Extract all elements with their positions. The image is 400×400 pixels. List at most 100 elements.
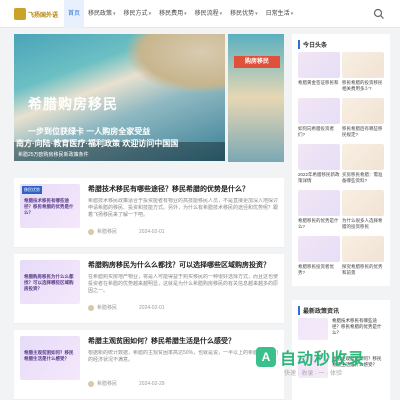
list-item[interactable]: 移民优势 希腊技术移民有哪些途径？移民希腊的优势是什么？ 希腊技术移民有哪些途径… xyxy=(14,178,284,248)
menu-item-label: 移民流程 xyxy=(194,11,219,17)
menu-item-costs[interactable]: 移民费用 ▾ xyxy=(155,0,191,28)
article-date: 2024-02-01 xyxy=(139,304,165,311)
hero-caption: 希腊25万欧购房移民新政策条件 xyxy=(18,152,89,158)
sidebar-thumbnail xyxy=(342,236,384,262)
search-icon[interactable] xyxy=(373,8,385,20)
article-excerpt: 在希腊购买房地产物业，将是人可能得益于购买移民的一种很好选择方式，而且这也使投资… xyxy=(88,274,278,294)
sidebar-item[interactable]: 买房移民希腊：需准备哪些资料? xyxy=(342,144,384,184)
sidebar-title: 今日头条 xyxy=(298,40,327,49)
sidebar-item[interactable]: 为什么很多人选择希腊的投资移民 xyxy=(342,190,384,230)
sidebar-item-label: 移民希腊的投资移民相关费用多少? xyxy=(342,80,383,91)
article-meta: 希腊移民 2024-02-01 xyxy=(88,228,165,235)
article-excerpt: 根据新的统计数据，希腊的主观贫困率高达50%，也就是说，一半以上的希腊人对他们的… xyxy=(88,350,278,363)
chevron-down-icon: ▾ xyxy=(255,11,258,17)
hero-title: 希腊购房移民 xyxy=(28,96,118,112)
chevron-down-icon: ▾ xyxy=(290,11,294,17)
avatar xyxy=(88,304,94,311)
menu-item-daily-life[interactable]: 日常生活 ▾ xyxy=(262,0,298,28)
sidebar-thumbnail xyxy=(342,144,384,170)
article-author[interactable]: 希腊移民 xyxy=(97,228,117,235)
logo-mark-icon xyxy=(14,8,26,20)
sidebar-item-label: 如何向希腊投资者们? xyxy=(298,126,334,137)
sidebar-thumbnail xyxy=(298,236,340,262)
menu-item-label: 日常生活 xyxy=(265,11,290,17)
article-meta: 希腊移民 2024-02-01 xyxy=(88,304,165,311)
sidebar-thumbnail xyxy=(298,190,340,216)
chevron-down-icon: ▾ xyxy=(219,11,223,17)
sidebar-title: 最新政策资讯 xyxy=(298,306,339,315)
article-excerpt: 希腊技术移民政策适合于投资能者有物业的高技能移民人员，不是直接更加深入地探讨申请… xyxy=(88,198,278,218)
article-date: 2024-02-01 xyxy=(139,228,165,235)
sidebar-thumbnail xyxy=(298,52,340,78)
watermark-logo-icon: A xyxy=(256,347,276,367)
article-thumbnail[interactable]: 移民优势 希腊技术移民有哪些途径？移民希腊的优势是什么？ xyxy=(20,184,80,228)
avatar xyxy=(88,228,94,235)
sidebar-item[interactable]: 希腊移民的优势是什么? xyxy=(298,190,340,230)
hero-subtitle-secondary: 南方·向陆·教育医疗·福利政策 欢迎访问中国国 xyxy=(16,139,179,148)
sidebar-hot-topics: 今日头条 希腊黄金签证移民和 移民希腊的投资移民相关费用多少? 如何向希腊投资者… xyxy=(292,34,390,286)
hero-side-banner[interactable]: 购房移民 xyxy=(228,34,284,162)
watermark-text: 自动秒收录 xyxy=(280,351,366,368)
article-title[interactable]: 希腊技术移民有哪些途径？移民希腊的优势是什么？ xyxy=(88,184,278,194)
menu-item-label: 移民政策 xyxy=(88,11,113,17)
article-title[interactable]: 希腊购房移民为什么么都找？可以选择哪些区域购房投资？ xyxy=(88,260,278,270)
sidebar-item-label: 希腊移民投资者优势? xyxy=(298,264,334,275)
article-date: 2024-02-29 xyxy=(139,380,165,387)
menu-item-label: 首页 xyxy=(68,11,81,17)
sidebar-thumbnail xyxy=(342,98,384,124)
article-title[interactable]: 希腊主观贫困如何？移民希腊生活是什么感受？ xyxy=(88,336,278,346)
sidebar-item[interactable]: 探究希腊移民的优势和前景 xyxy=(342,236,384,276)
article-meta: 希腊移民 2024-02-29 xyxy=(88,380,165,387)
sidebar-thumbnail xyxy=(298,144,340,170)
menu-item-label: 移民方式 xyxy=(123,11,148,17)
top-navigation: 飞扬国外语 首页 移民政策 ▾ 移民方式 ▾ 移民费用 ▾ 移民流程 ▾ 移民优… xyxy=(0,0,400,28)
menu-item-label: 移民优势 xyxy=(230,11,255,17)
sidebar-item-label: 为什么很多人选择希腊的投资移民 xyxy=(342,218,383,229)
sidebar-item[interactable]: 移民希腊后有哪些移民规定? xyxy=(342,98,384,138)
sidebar-item[interactable]: 希腊移民投资者优势? xyxy=(298,236,340,276)
hero-subtitle: 一步到位获绿卡 一人购房全家受益 xyxy=(28,127,151,136)
sidebar-item-label: 2022年希腊移民新政策详情 xyxy=(298,172,340,183)
news-title: 希腊技术移民有哪些途径？移民希腊的优势是什么？ xyxy=(332,318,382,335)
sidebar-thumbnail xyxy=(342,190,384,216)
thumbnail-text: 希腊主观贫困如何？移民希腊生活是什么感受？ xyxy=(24,350,74,361)
sidebar-item-label: 希腊黄金签证移民和 xyxy=(298,80,339,85)
menu-item-policy[interactable]: 移民政策 ▾ xyxy=(84,0,120,28)
sidebar-item[interactable]: 2022年希腊移民新政策详情 xyxy=(298,144,340,184)
watermark-subtext: 快速 · 收录 · 一 · 体验 xyxy=(284,371,342,377)
news-thumbnail xyxy=(298,318,328,340)
thumbnail-text: 希腊购房移民为什么么都找？可以选择哪些区域购房投资？ xyxy=(24,274,74,291)
sidebar-item[interactable]: 希腊黄金签证移民和 xyxy=(298,52,340,92)
chevron-down-icon: ▾ xyxy=(113,11,116,17)
sidebar-item[interactable]: 移民希腊的投资移民相关费用多少? xyxy=(342,52,384,92)
chevron-down-icon: ▾ xyxy=(184,11,187,17)
menu-item-advantages[interactable]: 移民优势 ▾ xyxy=(226,0,262,28)
chevron-down-icon: ▾ xyxy=(148,11,152,17)
menu-item-home[interactable]: 首页 xyxy=(64,0,85,28)
article-thumbnail[interactable]: 希腊购房移民为什么么都找？可以选择哪些区域购房投资？ xyxy=(20,260,80,304)
logo-text: 飞扬国外语 xyxy=(28,12,59,19)
sidebar-item-label: 探究希腊移民的优势和前景 xyxy=(342,264,383,275)
sidebar-thumbnail xyxy=(298,98,340,124)
menu-item-process[interactable]: 移民流程 ▾ xyxy=(191,0,227,28)
article-author[interactable]: 希腊移民 xyxy=(97,304,117,311)
article-author[interactable]: 希腊移民 xyxy=(97,380,117,387)
main-menu: 首页 移民政策 ▾ 移民方式 ▾ 移民费用 ▾ 移民流程 ▾ 移民优势 ▾ 日常… xyxy=(64,0,297,28)
category-badge: 移民优势 xyxy=(22,186,42,194)
sidebar-item[interactable]: 如何向希腊投资者们? xyxy=(298,98,340,138)
hero-banner[interactable]: 希腊购房移民 一步到位获绿卡 一人购房全家受益 南方·向陆·教育医疗·福利政策 … xyxy=(14,34,225,161)
hero-side-tag: 购房移民 xyxy=(234,56,280,68)
thumbnail-text: 希腊技术移民有哪些途径？移民希腊的优势是什么？ xyxy=(24,198,74,215)
list-item[interactable]: 希腊主观贫困如何？移民希腊生活是什么感受？ 希腊主观贫困如何？移民希腊生活是什么… xyxy=(14,330,284,400)
sidebar-thumbnail xyxy=(342,52,384,78)
sidebar-item-label: 买房移民希腊：需准备哪些资料? xyxy=(342,172,383,183)
list-item[interactable]: 希腊购房移民为什么么都找？可以选择哪些区域购房投资？ 希腊购房移民为什么么都找？… xyxy=(14,254,284,324)
menu-item-label: 移民费用 xyxy=(159,11,184,17)
hero-coast-image xyxy=(124,34,225,94)
sidebar-item-label: 希腊移民的优势是什么? xyxy=(298,218,339,229)
menu-item-methods[interactable]: 移民方式 ▾ xyxy=(120,0,156,28)
avatar xyxy=(88,380,94,387)
article-thumbnail[interactable]: 希腊主观贫困如何？移民希腊生活是什么感受？ xyxy=(20,336,80,380)
site-logo[interactable]: 飞扬国外语 xyxy=(14,6,62,22)
sidebar-item-label: 移民希腊后有哪些移民规定? xyxy=(342,126,383,137)
